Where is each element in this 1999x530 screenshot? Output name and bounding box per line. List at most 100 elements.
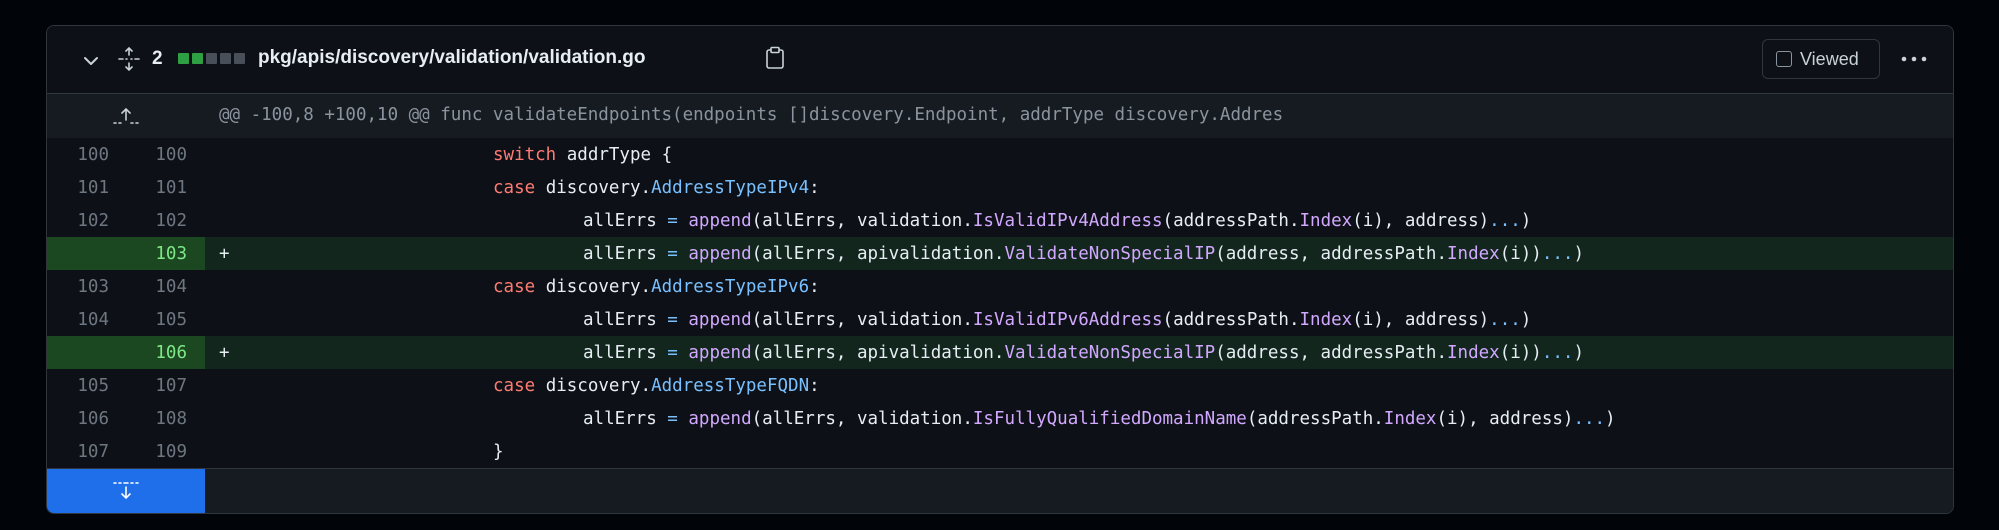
diff-table: @@ -100,8 +100,10 @@ func validateEndpoi… [47, 94, 1953, 513]
new-line-number[interactable]: 101 [127, 178, 187, 198]
new-line-number[interactable]: 109 [127, 442, 187, 462]
code-token: Index [1447, 343, 1500, 363]
code-token: Index [1299, 211, 1353, 231]
code-token: : [809, 178, 820, 198]
new-line-number[interactable]: 108 [127, 409, 187, 429]
expand-up-icon[interactable] [111, 106, 141, 126]
code-token: (allErrs, validation. [751, 409, 973, 429]
diffstat-block-neutral [206, 53, 217, 64]
code-token: ... [1489, 310, 1521, 330]
added-line: 103 + allErrs = append(allErrs, apivalidat… [47, 237, 1953, 270]
code-token: ) [1605, 409, 1616, 429]
added-line: 106 + allErrs = append(allErrs, apivalidat… [47, 336, 1953, 369]
code-token: = [667, 244, 678, 264]
code-token: IsFullyQualifiedDomainName [972, 409, 1247, 429]
chevron-down-icon[interactable] [81, 51, 101, 71]
code-token: allErrs [583, 343, 668, 363]
new-line-number[interactable]: 102 [127, 211, 187, 231]
code-token: AddressTypeFQDN [651, 376, 810, 396]
expand-up-button[interactable] [47, 94, 205, 138]
old-line-number[interactable]: 100 [49, 145, 109, 165]
code-token: allErrs [583, 244, 668, 264]
old-line-number[interactable]: 104 [49, 310, 109, 330]
checkbox-icon[interactable] [1776, 51, 1792, 67]
code-text: switch addrType { [493, 145, 672, 165]
old-line-number[interactable]: 106 [49, 409, 109, 429]
code-token: : [809, 376, 820, 396]
context-line: 106 108 allErrs = append(allErrs, validati… [47, 402, 1953, 435]
code-text: } [493, 442, 504, 462]
code-token: allErrs [583, 211, 668, 231]
new-line-number[interactable]: 106 [127, 343, 187, 363]
copy-icon[interactable] [764, 46, 786, 70]
context-line: 102 102 allErrs = append(allErrs, validati… [47, 204, 1953, 237]
context-line: 103 104 case discovery.AddressTypeIPv6: [47, 270, 1953, 303]
diffstat-block-added [192, 53, 203, 64]
code-token: (address, addressPath. [1215, 244, 1447, 264]
code-token: (addressPath. [1246, 409, 1384, 429]
code-token: case [493, 178, 536, 198]
diff-lines: 100 100 switch addrType { 101 101 case discov… [47, 138, 1953, 468]
code-text: allErrs = append(allErrs, validation.IsF… [583, 409, 1616, 429]
code-token: allErrs [583, 310, 668, 330]
code-token: : [809, 277, 820, 297]
code-token: addrType { [556, 145, 673, 165]
code-token: AddressTypeIPv6 [651, 277, 810, 297]
code-token: (addressPath. [1162, 310, 1300, 330]
code-token: (i)) [1499, 343, 1542, 363]
code-token: (allErrs, validation. [751, 211, 973, 231]
code-token: discovery. [535, 277, 652, 297]
code-token: discovery. [535, 376, 652, 396]
viewed-checkbox[interactable]: Viewed [1762, 39, 1880, 79]
context-line: 105 107 case discovery.AddressTypeFQDN: [47, 369, 1953, 402]
diff-file: 2 pkg/apis/discovery/validation/validati… [46, 25, 1954, 514]
code-token: append [688, 343, 752, 363]
new-line-number[interactable]: 107 [127, 376, 187, 396]
code-token: (allErrs, apivalidation. [751, 343, 1005, 363]
new-line-number[interactable]: 105 [127, 310, 187, 330]
code-token: ) [1573, 244, 1584, 264]
expand-all-icon[interactable] [117, 46, 141, 72]
old-line-number[interactable]: 105 [49, 376, 109, 396]
code-token: IsValidIPv4Address [972, 211, 1163, 231]
code-token: (addressPath. [1162, 211, 1300, 231]
code-token: append [688, 244, 752, 264]
code-text: case discovery.AddressTypeIPv6: [493, 277, 820, 297]
diffstat [178, 53, 245, 64]
old-line-number[interactable]: 101 [49, 178, 109, 198]
code-token: AddressTypeIPv4 [651, 178, 810, 198]
context-line: 104 105 allErrs = append(allErrs, validati… [47, 303, 1953, 336]
code-token: = [667, 310, 678, 330]
expand-down-button[interactable] [47, 469, 205, 513]
addition-marker: + [219, 343, 230, 363]
code-text: allErrs = append(allErrs, apivalidation.… [583, 244, 1584, 264]
old-line-number[interactable]: 107 [49, 442, 109, 462]
kebab-menu-icon[interactable] [1899, 49, 1929, 69]
old-line-number[interactable]: 102 [49, 211, 109, 231]
change-count: 2 [152, 48, 163, 69]
new-line-number[interactable]: 104 [127, 277, 187, 297]
code-token: (allErrs, validation. [751, 310, 973, 330]
code-token: (i), address) [1352, 310, 1490, 330]
context-line: 107 109} [47, 435, 1953, 468]
code-token: (i), address) [1352, 211, 1490, 231]
expand-down-icon[interactable] [111, 480, 141, 502]
file-path[interactable]: pkg/apis/discovery/validation/validation… [258, 47, 646, 69]
code-token: (allErrs, apivalidation. [751, 244, 1005, 264]
code-token: case [493, 277, 536, 297]
code-token: IsValidIPv6Address [972, 310, 1163, 330]
viewed-label: Viewed [1800, 48, 1859, 69]
code-token: ValidateNonSpecialIP [1004, 244, 1216, 264]
old-line-number[interactable]: 103 [49, 277, 109, 297]
addition-marker: + [219, 244, 230, 264]
code-token: ... [1573, 409, 1606, 429]
hunk-footer-fill [205, 469, 1953, 513]
code-token: = [667, 211, 678, 231]
new-line-number[interactable]: 103 [127, 244, 187, 264]
new-line-number[interactable]: 100 [127, 145, 187, 165]
